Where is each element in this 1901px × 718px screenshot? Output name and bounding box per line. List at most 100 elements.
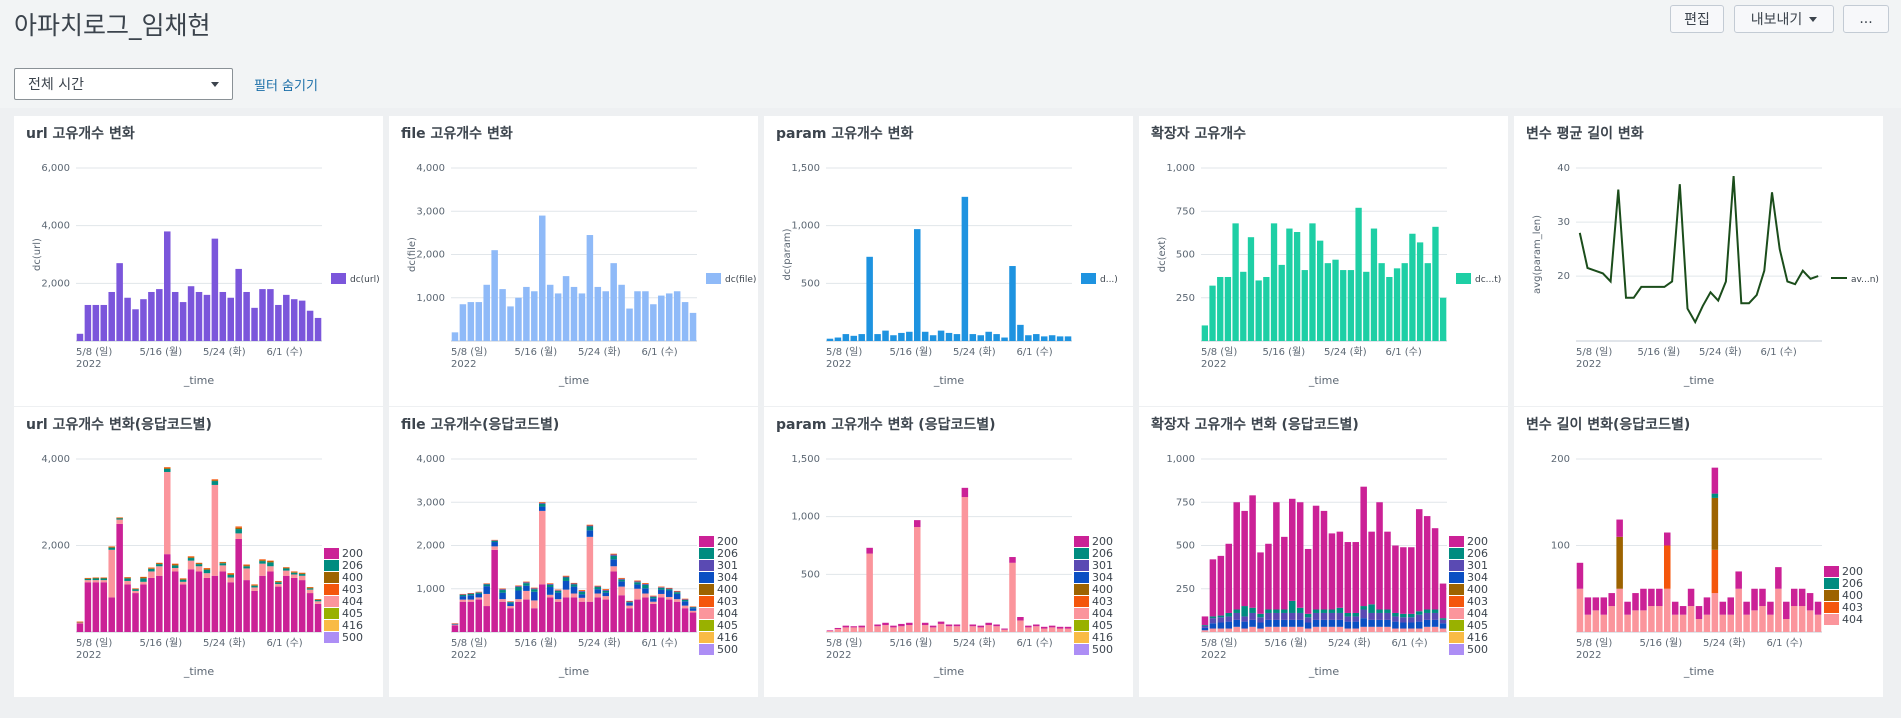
bar[interactable]: [1201, 325, 1208, 341]
bar-segment[interactable]: [275, 586, 282, 632]
bar[interactable]: [961, 196, 969, 341]
bar-segment[interactable]: [1048, 625, 1056, 628]
bar[interactable]: [1401, 263, 1408, 341]
bar-segment[interactable]: [1392, 612, 1399, 617]
bar-segment[interactable]: [475, 592, 483, 593]
bar-segment[interactable]: [1249, 607, 1256, 613]
bar-segment[interactable]: [945, 626, 953, 632]
bar-segment[interactable]: [1017, 617, 1024, 621]
bar[interactable]: [203, 294, 211, 341]
bar-segment[interactable]: [993, 624, 1000, 627]
bar-segment[interactable]: [483, 583, 490, 585]
bar-segment[interactable]: [195, 566, 203, 572]
bar[interactable]: [1301, 270, 1308, 341]
bar-segment[interactable]: [76, 622, 84, 624]
bar-segment[interactable]: [100, 577, 108, 579]
bar-segment[interactable]: [523, 581, 530, 583]
bar-segment[interactable]: [1273, 609, 1280, 613]
bar-segment[interactable]: [969, 626, 977, 632]
bar-segment[interactable]: [211, 480, 219, 482]
bar-segment[interactable]: [1273, 612, 1280, 620]
bar-segment[interactable]: [1296, 619, 1304, 627]
bar-segment[interactable]: [1679, 614, 1687, 632]
bar[interactable]: [1255, 280, 1262, 341]
bar-segment[interactable]: [475, 593, 483, 598]
bar-segment[interactable]: [1400, 628, 1407, 632]
bar[interactable]: [116, 263, 123, 341]
bar-segment[interactable]: [1056, 626, 1064, 629]
bar-segment[interactable]: [1257, 617, 1264, 623]
bar-segment[interactable]: [116, 519, 123, 524]
bar-segment[interactable]: [164, 554, 171, 632]
bar-segment[interactable]: [140, 577, 147, 579]
bar-segment[interactable]: [531, 600, 538, 609]
bar-segment[interactable]: [1806, 593, 1814, 611]
bar-segment[interactable]: [1281, 626, 1288, 632]
bar-segment[interactable]: [977, 625, 984, 628]
bar-segment[interactable]: [1281, 536, 1288, 610]
bar-segment[interactable]: [570, 584, 578, 587]
bar-segment[interactable]: [1233, 626, 1240, 632]
bar[interactable]: [156, 289, 163, 341]
bar-segment[interactable]: [665, 587, 673, 589]
bar-segment[interactable]: [156, 575, 163, 632]
bar[interactable]: [1232, 223, 1239, 341]
bar-segment[interactable]: [1431, 612, 1439, 620]
bar-segment[interactable]: [1806, 610, 1814, 632]
bar-segment[interactable]: [1600, 597, 1608, 615]
bar-segment[interactable]: [1249, 612, 1256, 620]
bar-segment[interactable]: [140, 578, 147, 582]
bar[interactable]: [906, 331, 913, 341]
bar-segment[interactable]: [1384, 612, 1391, 620]
bar-segment[interactable]: [1064, 628, 1072, 632]
bar-segment[interactable]: [171, 564, 179, 566]
bar-segment[interactable]: [92, 577, 100, 579]
bar-segment[interactable]: [562, 589, 570, 598]
bar-segment[interactable]: [132, 589, 139, 591]
bar-segment[interactable]: [689, 610, 697, 613]
bar-segment[interactable]: [1624, 601, 1631, 615]
bar-segment[interactable]: [1296, 502, 1304, 608]
bar-segment[interactable]: [1225, 621, 1233, 629]
bar-segment[interactable]: [84, 580, 92, 583]
bar-segment[interactable]: [1360, 486, 1367, 607]
bar-segment[interactable]: [116, 523, 123, 632]
bar[interactable]: [132, 309, 139, 341]
bar-segment[interactable]: [195, 571, 203, 632]
bar-segment[interactable]: [116, 518, 123, 520]
bar-segment[interactable]: [195, 563, 203, 565]
bar-segment[interactable]: [906, 622, 913, 626]
bar-segment[interactable]: [1265, 619, 1272, 627]
bar-segment[interactable]: [689, 607, 697, 609]
bar-segment[interactable]: [491, 542, 498, 547]
bar-segment[interactable]: [1415, 621, 1423, 629]
bar-segment[interactable]: [100, 578, 108, 581]
bar-segment[interactable]: [1265, 612, 1272, 620]
bar-segment[interactable]: [618, 581, 625, 587]
bar-segment[interactable]: [874, 624, 881, 627]
bar-segment[interactable]: [578, 590, 586, 592]
bar-segment[interactable]: [227, 574, 234, 578]
bar-segment[interactable]: [1025, 627, 1032, 632]
bar[interactable]: [507, 306, 514, 341]
bar[interactable]: [969, 334, 977, 341]
bar-segment[interactable]: [1281, 612, 1288, 620]
bar[interactable]: [179, 302, 187, 341]
bar-segment[interactable]: [267, 561, 274, 563]
bar-segment[interactable]: [523, 583, 530, 586]
bar-segment[interactable]: [681, 605, 689, 609]
bar-segment[interactable]: [1001, 629, 1008, 632]
bar-segment[interactable]: [1423, 612, 1431, 620]
bar-segment[interactable]: [1265, 543, 1272, 610]
bar-segment[interactable]: [1312, 619, 1320, 627]
bar-segment[interactable]: [1735, 588, 1742, 632]
bar[interactable]: [531, 291, 538, 341]
bar-segment[interactable]: [658, 587, 665, 590]
bar[interactable]: [898, 332, 905, 341]
bar-segment[interactable]: [882, 622, 889, 626]
bar[interactable]: [977, 335, 984, 341]
bar-segment[interactable]: [1415, 628, 1423, 632]
bar-segment[interactable]: [906, 625, 913, 632]
bar-segment[interactable]: [546, 584, 554, 588]
bar-segment[interactable]: [642, 593, 649, 598]
